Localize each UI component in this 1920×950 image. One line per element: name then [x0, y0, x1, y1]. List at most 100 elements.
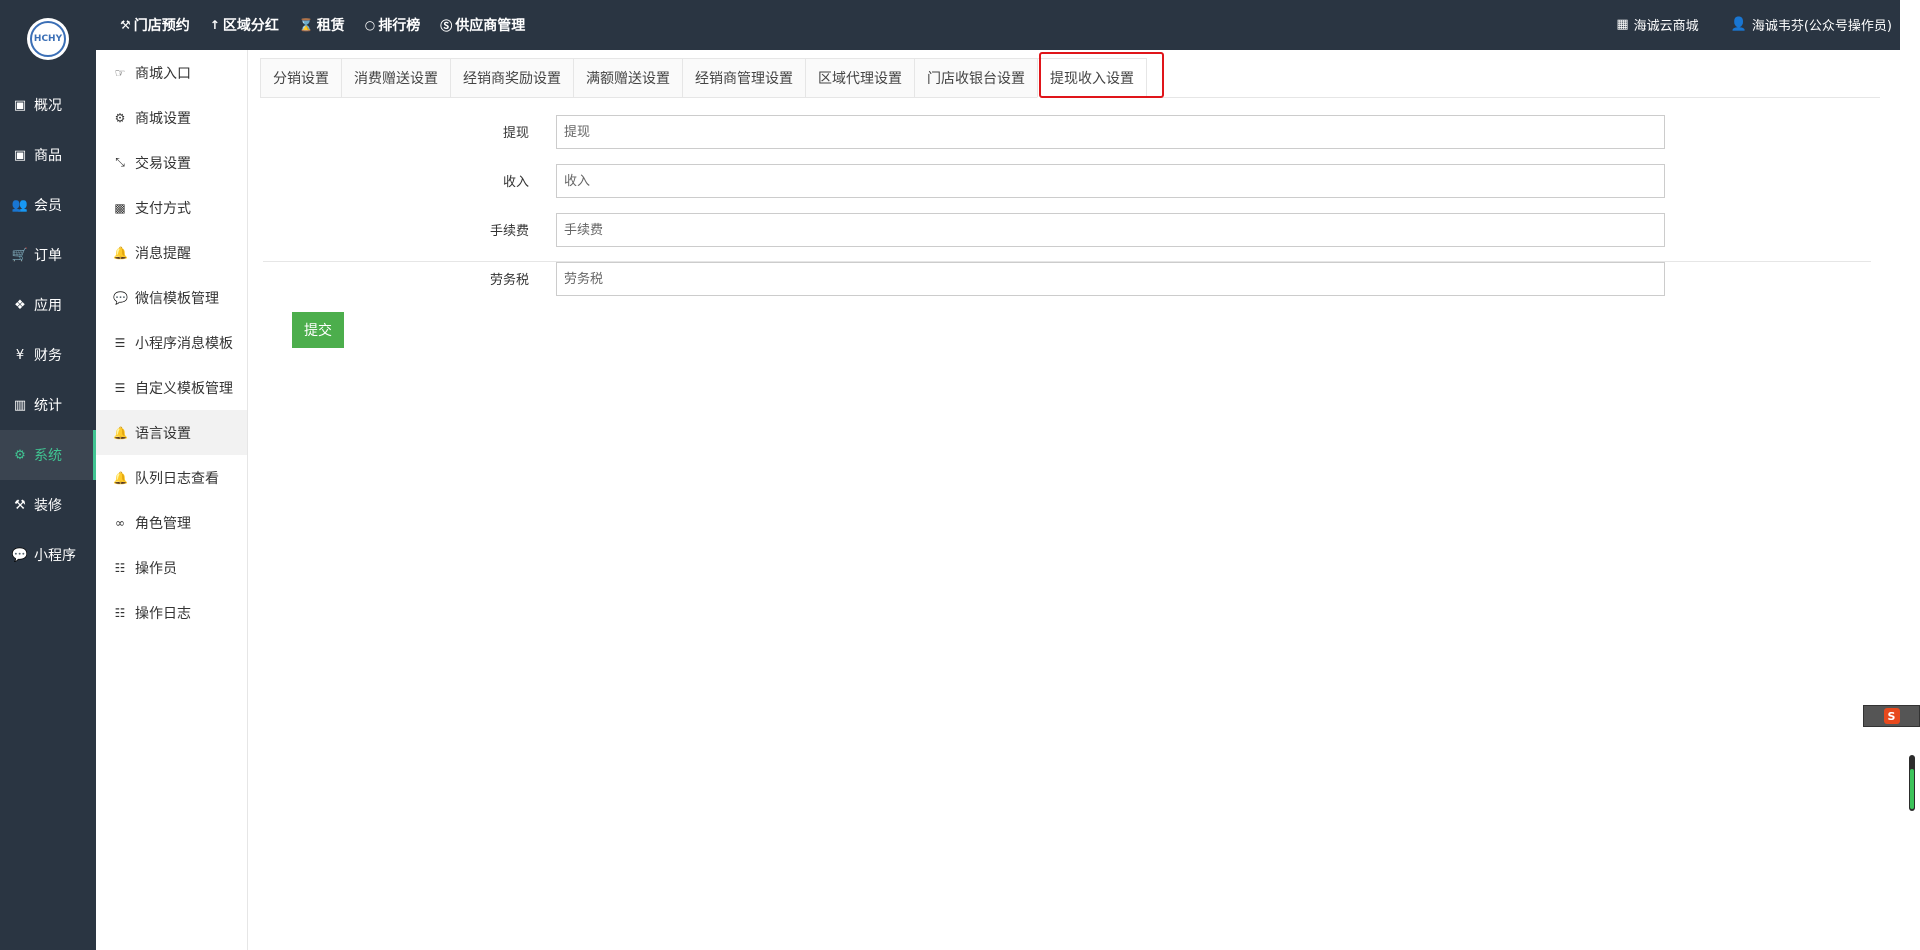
- form-divider: [263, 261, 1871, 262]
- nav-item-miniprogram[interactable]: 💬 小程序: [0, 530, 96, 580]
- tab-store-cashier[interactable]: 门店收银台设置: [914, 58, 1037, 98]
- circle-icon: ○: [364, 18, 376, 32]
- nav-item-apps[interactable]: ❖ 应用: [0, 280, 96, 330]
- shop-link[interactable]: ▦ 海诚云商城: [1616, 15, 1698, 34]
- main-content: 分销设置 消费赠送设置 经销商奖励设置 满额赠送设置 经销商管理设置 区域代理设…: [249, 50, 1900, 950]
- box-icon: ▣: [13, 97, 27, 113]
- nav-item-finance[interactable]: ¥ 财务: [0, 330, 96, 380]
- side-scroll-widget[interactable]: [1909, 755, 1915, 811]
- pin-icon: ↑: [209, 18, 220, 32]
- nav-item-orders[interactable]: 🛒 订单: [0, 230, 96, 280]
- labor-tax-input[interactable]: [556, 262, 1665, 296]
- top-nav: ⚒ 门店预约 ↑ 区域分红 ⌛ 租赁 ○ 排行榜 Ⓢ 供应商管理: [120, 0, 545, 50]
- labor-tax-label: 劳务税: [489, 273, 529, 288]
- tab-regional-agent[interactable]: 区域代理设置: [805, 58, 914, 98]
- cogs-icon: ⚙: [14, 447, 26, 463]
- top-nav-label: 区域分红: [222, 18, 279, 34]
- sub-item-label: 操作日志: [135, 605, 191, 622]
- shop-name: 海诚云商城: [1633, 18, 1699, 34]
- tab-withdraw-income[interactable]: 提现收入设置: [1037, 58, 1147, 98]
- withdraw-input[interactable]: [556, 115, 1665, 149]
- nav-label: 商品: [34, 148, 62, 164]
- nav-item-system[interactable]: ⚙ 系统: [0, 430, 96, 480]
- sub-item-payment[interactable]: ▩ 支付方式: [96, 185, 247, 230]
- sub-item-label: 自定义模板管理: [135, 380, 233, 397]
- tab-dealer-management[interactable]: 经销商管理设置: [682, 58, 805, 98]
- top-right: ▦ 海诚云商城 👤 海诚韦芬(公众号操作员): [1584, 0, 1892, 48]
- tab-consumption-gift[interactable]: 消费赠送设置: [341, 58, 450, 98]
- list-ul-icon: ☷: [114, 605, 126, 620]
- sub-item-label: 消息提醒: [135, 245, 191, 262]
- sub-item-label: 角色管理: [135, 515, 191, 532]
- nav-label: 概况: [34, 98, 62, 114]
- users-icon: 👥: [11, 197, 29, 213]
- top-nav-ranking[interactable]: ○ 排行榜: [365, 15, 420, 35]
- user-menu[interactable]: 👤 海诚韦芬(公众号操作员): [1731, 15, 1892, 34]
- nav-item-members[interactable]: 👥 会员: [0, 180, 96, 230]
- bar-chart-icon: ▥: [13, 397, 27, 413]
- sub-item-custom-templates[interactable]: ☰ 自定义模板管理: [96, 365, 247, 410]
- income-input[interactable]: [556, 164, 1665, 198]
- sub-item-miniprogram-templates[interactable]: ☰ 小程序消息模板: [96, 320, 247, 365]
- fee-input[interactable]: [556, 213, 1665, 247]
- logo-icon: HCHY: [30, 21, 66, 57]
- form-row-income: 收入: [249, 161, 1869, 210]
- top-nav-regional-dividend[interactable]: ↑ 区域分红: [210, 15, 279, 35]
- sub-item-language[interactable]: 🔔 语言设置: [96, 410, 247, 455]
- top-bar: ⚒ 门店预约 ↑ 区域分红 ⌛ 租赁 ○ 排行榜 Ⓢ 供应商管理 ▦ 海诚云商城…: [96, 0, 1900, 50]
- sub-item-roles[interactable]: ∞ 角色管理: [96, 500, 247, 545]
- sub-item-mall-settings[interactable]: ⚙ 商城设置: [96, 95, 247, 140]
- gear-icon: ⚙: [114, 110, 126, 125]
- wechat-icon: 💬: [113, 290, 128, 305]
- nav-label: 财务: [34, 348, 62, 364]
- nav-label: 装修: [34, 498, 62, 514]
- sub-item-notifications[interactable]: 🔔 消息提醒: [96, 230, 247, 275]
- scroll-thumb: [1910, 769, 1914, 809]
- yen-icon: ¥: [15, 347, 25, 363]
- brand-logo[interactable]: HCHY: [27, 18, 69, 60]
- withdraw-income-form: 提现 收入 手续费 劳务税: [249, 112, 1869, 308]
- tab-full-gift[interactable]: 满额赠送设置: [573, 58, 682, 98]
- user-name: 海诚韦芬(公众号操作员): [1751, 18, 1892, 34]
- list-icon: ☰: [114, 380, 126, 395]
- nav-label: 系统: [34, 448, 62, 464]
- fee-label: 手续费: [489, 224, 529, 239]
- bell-icon: 🔔: [113, 470, 128, 485]
- sogou-ime-icon: S: [1883, 708, 1900, 724]
- sub-item-label: 队列日志查看: [135, 470, 219, 487]
- tab-dealer-reward[interactable]: 经销商奖励设置: [450, 58, 573, 98]
- sub-item-operators[interactable]: ☷ 操作员: [96, 545, 247, 590]
- list-icon: ☰: [114, 335, 126, 350]
- hammer-icon: ⚒: [14, 497, 26, 513]
- cubes-icon: ❖: [14, 297, 26, 313]
- top-nav-supplier[interactable]: Ⓢ 供应商管理: [440, 15, 525, 35]
- sub-item-mall-entry[interactable]: ☞ 商城入口: [96, 50, 247, 95]
- gavel-icon: ⚒: [120, 18, 131, 32]
- nav-item-statistics[interactable]: ▥ 统计: [0, 380, 96, 430]
- sub-item-operation-logs[interactable]: ☷ 操作日志: [96, 590, 247, 635]
- nav-item-products[interactable]: ▣ 商品: [0, 130, 96, 180]
- compress-icon: ⤡: [115, 155, 125, 169]
- form-row-labor-tax: 劳务税: [249, 259, 1869, 308]
- nav-label: 会员: [34, 198, 62, 214]
- tab-distribution[interactable]: 分销设置: [260, 58, 341, 98]
- list-ul-icon: ☷: [114, 560, 126, 575]
- sub-item-queue-logs[interactable]: 🔔 队列日志查看: [96, 455, 247, 500]
- grid-icon: ▦: [1616, 16, 1629, 32]
- top-nav-label: 排行榜: [378, 18, 421, 34]
- withdraw-label: 提现: [502, 126, 529, 141]
- main-sidebar: HCHY ▣ 概况 ▣ 商品 👥 会员 🛒 订单 ❖ 应用 ¥ 财务 ▥ 统计: [0, 0, 96, 950]
- facebook-icon: ▩: [114, 200, 126, 215]
- top-nav-store-booking[interactable]: ⚒ 门店预约: [120, 15, 190, 35]
- submit-button[interactable]: 提交: [292, 312, 344, 348]
- bell-icon: 🔔: [113, 245, 128, 260]
- hourglass-icon: ⌛: [298, 18, 314, 32]
- ime-toolbar[interactable]: S: [1863, 705, 1920, 727]
- sub-item-trade-settings[interactable]: ⤡ 交易设置: [96, 140, 247, 185]
- nav-item-overview[interactable]: ▣ 概况: [0, 80, 96, 130]
- sub-item-wechat-templates[interactable]: 💬 微信模板管理: [96, 275, 247, 320]
- box-icon: ▣: [13, 147, 27, 163]
- form-row-withdraw: 提现: [249, 112, 1869, 161]
- top-nav-leasing[interactable]: ⌛ 租赁: [299, 15, 345, 35]
- nav-item-decoration[interactable]: ⚒ 装修: [0, 480, 96, 530]
